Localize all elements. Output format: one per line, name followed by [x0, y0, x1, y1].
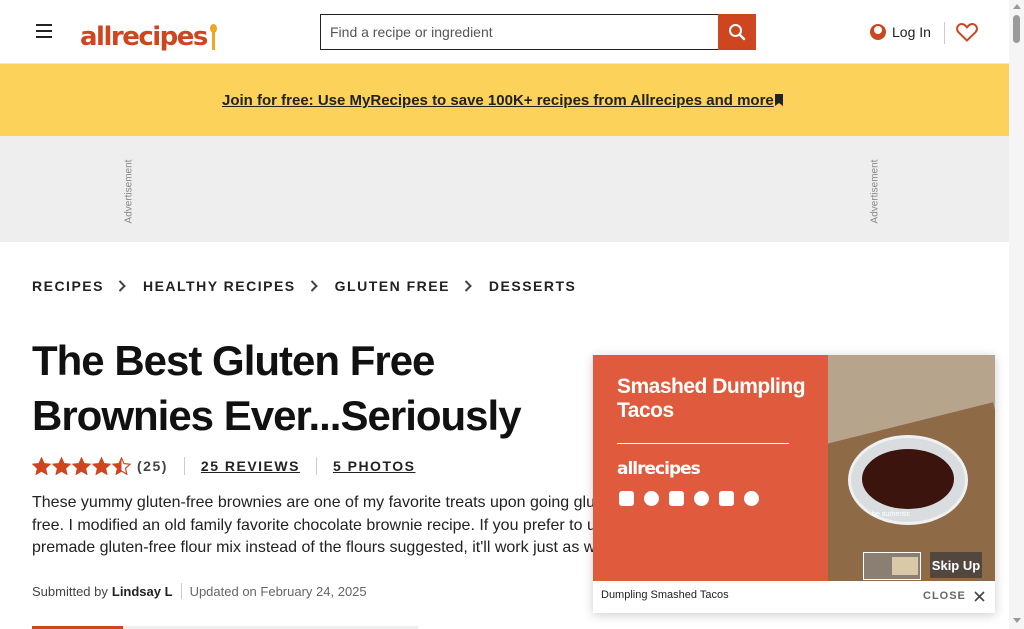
- banner-dismiss-button[interactable]: [770, 91, 788, 109]
- scroll-up-arrow[interactable]: [1013, 4, 1021, 9]
- star-rating[interactable]: [32, 457, 131, 475]
- meta-divider: [315, 457, 317, 475]
- video-frame[interactable]: Smashed Dumpling Tacos allrecipes be aut…: [593, 355, 995, 581]
- ad-label-right: Advertisement: [869, 159, 881, 224]
- header-divider: [944, 22, 945, 44]
- recipe-description: These yummy gluten-free brownies are one…: [32, 494, 627, 556]
- byline-divider: [180, 583, 182, 599]
- chevron-right-icon: [310, 280, 318, 292]
- heart-icon: [956, 23, 978, 42]
- close-icon: [974, 590, 985, 602]
- search-bar: [320, 14, 756, 50]
- facebook-icon: [694, 491, 709, 506]
- close-video-button[interactable]: CLOSE: [923, 586, 985, 606]
- pinterest-icon: [744, 491, 759, 506]
- site-logo[interactable]: allrecipes: [80, 14, 217, 50]
- video-photo: be authentic: [828, 355, 995, 581]
- login-label: Log In: [892, 24, 931, 40]
- recipe-meta: (25) 25 REVIEWS 5 PHOTOS: [32, 456, 415, 476]
- breadcrumb: RECIPES HEALTHY RECIPES GLUTEN FREE DESS…: [32, 276, 576, 296]
- logo-text: allrecipes: [80, 22, 208, 52]
- site-header: allrecipes Log In: [0, 0, 1009, 64]
- breadcrumb-recipes[interactable]: RECIPES: [32, 278, 104, 294]
- photo-caption: be authentic: [872, 511, 911, 518]
- video-divider: [617, 443, 789, 444]
- video-logo: allrecipes: [617, 459, 701, 479]
- saved-recipes-link[interactable]: [955, 20, 979, 44]
- spoon-icon: [209, 24, 217, 50]
- byline: Submitted by Lindsay L Updated on Februa…: [32, 582, 367, 600]
- social-icons: [619, 491, 759, 506]
- chevron-right-icon: [118, 280, 126, 292]
- menu-button[interactable]: [30, 17, 58, 45]
- tiktok-icon: [644, 491, 659, 506]
- breadcrumb-desserts[interactable]: DESSERTS: [489, 278, 576, 294]
- scroll-thumb[interactable]: [1013, 15, 1020, 43]
- join-banner: Join for free: Use MyRecipes to save 100…: [0, 64, 1009, 136]
- ad-label-left: Advertisement: [123, 159, 135, 224]
- submitted-by-label: Submitted by: [32, 583, 108, 599]
- star-icon: [52, 457, 71, 475]
- chevron-right-icon: [464, 280, 472, 292]
- instagram-icon: [669, 491, 684, 506]
- page: allrecipes Log In Join for free: Use MyR…: [0, 0, 1009, 629]
- author-link[interactable]: Lindsay L: [112, 584, 173, 599]
- advertisement-area: Advertisement Advertisement: [0, 136, 1009, 242]
- video-caption: Dumpling Smashed Tacos: [601, 589, 729, 601]
- join-banner-link[interactable]: Join for free: Use MyRecipes to save 100…: [222, 92, 774, 109]
- hamburger-icon-line: [36, 36, 52, 38]
- sauce: [862, 449, 954, 509]
- reviews-link[interactable]: 25 REVIEWS: [201, 458, 300, 474]
- user-icon: [870, 24, 886, 40]
- breadcrumb-gluten-free[interactable]: GLUTEN FREE: [335, 278, 450, 294]
- search-icon: [729, 24, 746, 41]
- search-input[interactable]: [320, 14, 718, 50]
- recipe-title: The Best Gluten Free Brownies Ever...Ser…: [32, 337, 522, 439]
- close-label: CLOSE: [923, 590, 966, 602]
- rating-count: (25): [137, 458, 168, 474]
- skip-button[interactable]: Skip Up: [930, 552, 982, 578]
- search-button[interactable]: [718, 14, 756, 50]
- photos-link[interactable]: 5 PHOTOS: [333, 458, 416, 474]
- star-icon: [92, 457, 111, 475]
- video-title: Smashed Dumpling Tacos: [617, 375, 806, 422]
- breadcrumb-healthy-recipes[interactable]: HEALTHY RECIPES: [143, 278, 296, 294]
- meta-divider: [183, 457, 185, 475]
- hamburger-icon: [36, 24, 52, 26]
- star-icon: [112, 457, 131, 475]
- hamburger-icon-line: [36, 30, 52, 32]
- ad-slot[interactable]: [140, 139, 870, 231]
- scroll-down-arrow[interactable]: [1013, 618, 1021, 623]
- video-ad-player: Smashed Dumpling Tacos allrecipes be aut…: [593, 355, 995, 613]
- youtube-icon: [619, 491, 634, 506]
- bookmark-icon: [775, 94, 783, 106]
- star-icon: [32, 457, 51, 475]
- updated-date: Updated on February 24, 2025: [189, 583, 367, 599]
- star-icon: [72, 457, 91, 475]
- page-scrollbar[interactable]: [1009, 0, 1024, 629]
- next-video-thumbnail[interactable]: [863, 552, 921, 580]
- login-link[interactable]: Log In: [870, 20, 931, 44]
- x-icon: [719, 491, 734, 506]
